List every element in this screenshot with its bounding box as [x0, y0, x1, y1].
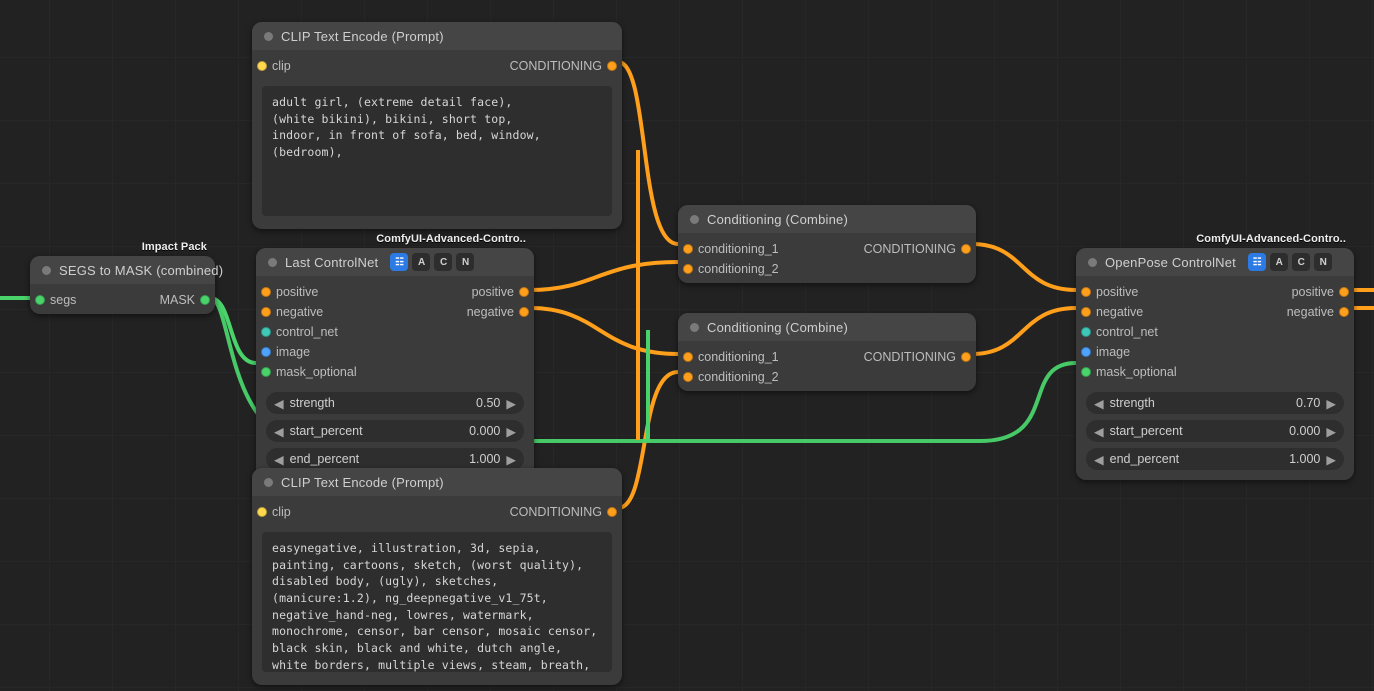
node-title: CLIP Text Encode (Prompt) — [281, 475, 444, 490]
input-port-negative[interactable]: negative — [266, 302, 395, 322]
badge-a-icon: A — [1270, 253, 1288, 271]
collapse-dot-icon[interactable] — [264, 478, 273, 487]
param-start-percent[interactable]: ◀ start_percent 0.000 ▶ — [266, 420, 524, 442]
output-port-mask[interactable]: MASK — [123, 290, 206, 310]
collapse-dot-icon[interactable] — [264, 32, 273, 41]
badge-n-icon: N — [1314, 253, 1332, 271]
chevron-right-icon[interactable]: ▶ — [504, 424, 518, 439]
node-title: SEGS to MASK (combined) — [59, 263, 223, 278]
node-title: Conditioning (Combine) — [707, 320, 848, 335]
chevron-right-icon[interactable]: ▶ — [1324, 396, 1338, 411]
output-port-negative[interactable]: negative — [1215, 302, 1344, 322]
input-port-mask-optional[interactable]: mask_optional — [266, 362, 395, 382]
node-title: Last ControlNet — [285, 255, 378, 270]
node-title: CLIP Text Encode (Prompt) — [281, 29, 444, 44]
extension-tag: ComfyUI-Advanced-Contro.. — [1196, 233, 1346, 245]
output-port-conditioning[interactable]: CONDITIONING — [827, 239, 966, 259]
badge-c-icon: C — [434, 253, 452, 271]
badge-c-icon: C — [1292, 253, 1310, 271]
node-title-bar[interactable]: Last ControlNet ☷ A C N — [256, 248, 534, 276]
input-port-conditioning-1[interactable]: conditioning_1 — [688, 347, 827, 367]
collapse-dot-icon[interactable] — [1088, 258, 1097, 267]
chevron-left-icon[interactable]: ◀ — [1092, 396, 1106, 411]
extension-tag: ComfyUI-Advanced-Contro.. — [376, 233, 526, 245]
chevron-right-icon[interactable]: ▶ — [1324, 452, 1338, 467]
input-port-conditioning-2[interactable]: conditioning_2 — [688, 259, 827, 279]
node-last-controlnet[interactable]: ComfyUI-Advanced-Contro.. Last ControlNe… — [256, 248, 534, 480]
node-clip-text-encode-positive[interactable]: CLIP Text Encode (Prompt) clip CONDITION… — [252, 22, 622, 229]
collapse-dot-icon[interactable] — [690, 323, 699, 332]
input-port-positive[interactable]: positive — [1086, 282, 1215, 302]
input-port-control-net[interactable]: control_net — [1086, 322, 1215, 342]
output-port-conditioning[interactable]: CONDITIONING — [437, 56, 612, 76]
node-conditioning-combine-2[interactable]: Conditioning (Combine) conditioning_1 co… — [678, 313, 976, 391]
input-port-image[interactable]: image — [266, 342, 395, 362]
chevron-left-icon[interactable]: ◀ — [272, 452, 286, 467]
node-title-bar[interactable]: SEGS to MASK (combined) — [30, 256, 215, 284]
controlnet-icon: ☷ — [390, 253, 408, 271]
output-port-conditioning[interactable]: CONDITIONING — [827, 347, 966, 367]
node-title-bar[interactable]: OpenPose ControlNet ☷ A C N — [1076, 248, 1354, 276]
node-openpose-controlnet[interactable]: ComfyUI-Advanced-Contro.. OpenPose Contr… — [1076, 248, 1354, 480]
param-strength[interactable]: ◀ strength 0.70 ▶ — [1086, 392, 1344, 414]
param-strength[interactable]: ◀ strength 0.50 ▶ — [266, 392, 524, 414]
node-title-bar[interactable]: CLIP Text Encode (Prompt) — [252, 468, 622, 496]
chevron-left-icon[interactable]: ◀ — [272, 424, 286, 439]
chevron-right-icon[interactable]: ▶ — [504, 452, 518, 467]
output-port-negative[interactable]: negative — [395, 302, 524, 322]
node-conditioning-combine-1[interactable]: Conditioning (Combine) conditioning_1 co… — [678, 205, 976, 283]
input-port-conditioning-2[interactable]: conditioning_2 — [688, 367, 827, 387]
collapse-dot-icon[interactable] — [268, 258, 277, 267]
node-title-bar[interactable]: Conditioning (Combine) — [678, 205, 976, 233]
node-title: Conditioning (Combine) — [707, 212, 848, 227]
node-title: OpenPose ControlNet — [1105, 255, 1236, 270]
input-port-segs[interactable]: segs — [40, 290, 123, 310]
collapse-dot-icon[interactable] — [690, 215, 699, 224]
extension-badges: ☷ A C N — [1248, 253, 1332, 271]
node-title-bar[interactable]: Conditioning (Combine) — [678, 313, 976, 341]
collapse-dot-icon[interactable] — [42, 266, 51, 275]
node-segs-to-mask[interactable]: Impact Pack SEGS to MASK (combined) segs… — [30, 256, 215, 314]
output-port-conditioning[interactable]: CONDITIONING — [437, 502, 612, 522]
badge-a-icon: A — [412, 253, 430, 271]
input-port-positive[interactable]: positive — [266, 282, 395, 302]
chevron-right-icon[interactable]: ▶ — [504, 396, 518, 411]
param-end-percent[interactable]: ◀ end_percent 1.000 ▶ — [266, 448, 524, 470]
badge-n-icon: N — [456, 253, 474, 271]
input-port-conditioning-1[interactable]: conditioning_1 — [688, 239, 827, 259]
input-port-clip[interactable]: clip — [262, 502, 437, 522]
input-port-clip[interactable]: clip — [262, 56, 437, 76]
prompt-textarea[interactable] — [262, 86, 612, 216]
param-start-percent[interactable]: ◀ start_percent 0.000 ▶ — [1086, 420, 1344, 442]
chevron-left-icon[interactable]: ◀ — [1092, 452, 1106, 467]
node-title-bar[interactable]: CLIP Text Encode (Prompt) — [252, 22, 622, 50]
output-port-positive[interactable]: positive — [1215, 282, 1344, 302]
node-clip-text-encode-negative[interactable]: CLIP Text Encode (Prompt) clip CONDITION… — [252, 468, 622, 685]
prompt-textarea[interactable] — [262, 532, 612, 672]
extension-badges: ☷ A C N — [390, 253, 474, 271]
output-port-positive[interactable]: positive — [395, 282, 524, 302]
extension-tag: Impact Pack — [142, 241, 207, 253]
param-end-percent[interactable]: ◀ end_percent 1.000 ▶ — [1086, 448, 1344, 470]
chevron-left-icon[interactable]: ◀ — [272, 396, 286, 411]
input-port-mask-optional[interactable]: mask_optional — [1086, 362, 1215, 382]
input-port-image[interactable]: image — [1086, 342, 1215, 362]
chevron-left-icon[interactable]: ◀ — [1092, 424, 1106, 439]
input-port-control-net[interactable]: control_net — [266, 322, 395, 342]
input-port-negative[interactable]: negative — [1086, 302, 1215, 322]
chevron-right-icon[interactable]: ▶ — [1324, 424, 1338, 439]
controlnet-icon: ☷ — [1248, 253, 1266, 271]
